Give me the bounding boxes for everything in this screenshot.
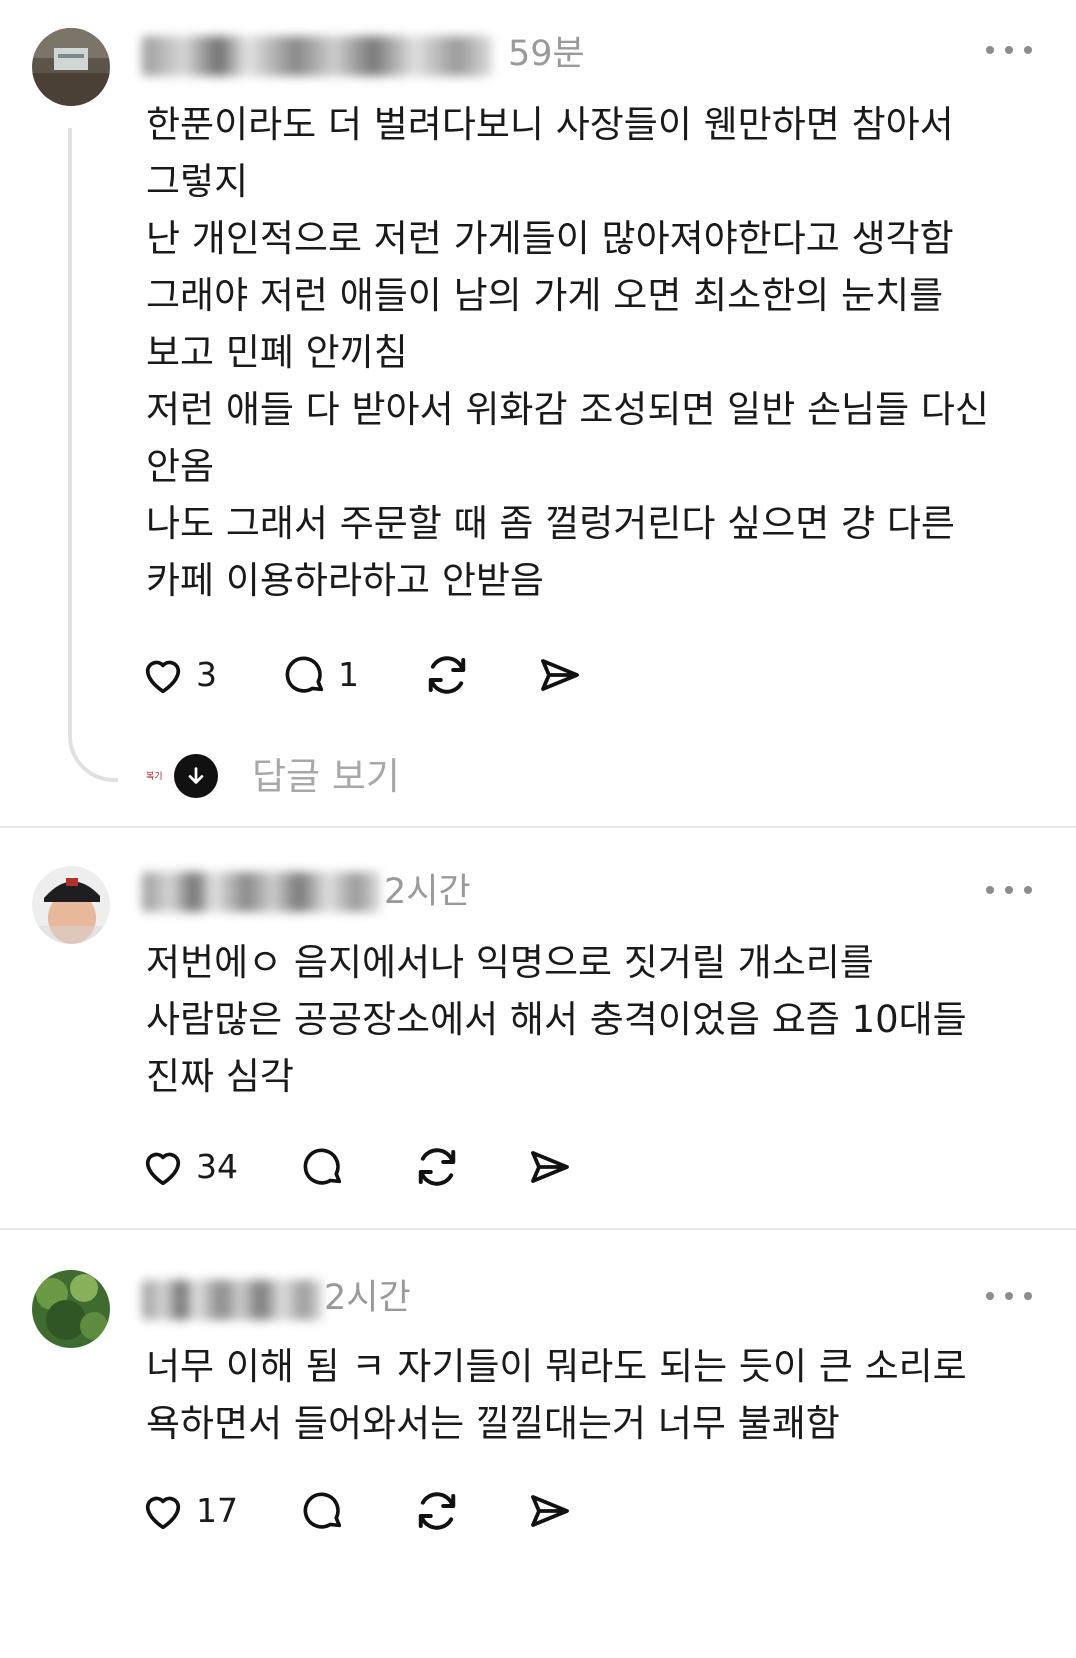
avatar[interactable] [32,866,110,944]
repost-icon [418,1148,456,1186]
share-button[interactable] [526,1140,574,1194]
heart-icon [145,1152,181,1186]
text-line: 저번에ㅇ 음지에서나 익명으로 짓거릴 개소리를 [146,941,874,984]
text-line: 그래야 저런 애들이 남의 가게 오면 최소한의 눈치를 [146,274,944,317]
like-count: 17 [196,1491,238,1530]
comment-button[interactable] [300,1484,356,1538]
post-2: 2시간 저번에ㅇ 음지에서나 익명으로 짓거릴 개소리를 사람많은 공공장소에서… [0,828,1076,1228]
text-line: 진짜 심각 [146,1055,294,1098]
comment-bubble-icon [285,656,324,693]
heart-icon [145,660,181,694]
like-count: 3 [196,655,217,694]
share-button[interactable] [526,1484,574,1538]
text-line: 사람많은 공공장소에서 해서 충격이었음 요즘 10대들 [146,998,967,1041]
post-3: 2시간 너무 이해 됨 ㅋ 자기들이 뭐라도 되는 듯이 큰 소리로 욕하면서 … [0,1230,1076,1658]
send-icon [531,1495,569,1527]
avatar[interactable] [32,1270,110,1348]
post-1: 59분 한푼이라도 더 벌려다보니 사장들이 웬만하면 참아서 그렇지 난 개인… [0,0,1076,826]
like-button[interactable]: 3 [140,648,217,702]
post-text: 저번에ㅇ 음지에서나 익명으로 짓거릴 개소리를 사람많은 공공장소에서 해서 … [146,934,1046,1105]
text-line: 저런 애들 다 받아서 위화감 조성되면 일반 손님들 다신 [146,388,989,431]
text-line: 난 개인적으로 저런 가게들이 많아져야한다고 생각함 [146,217,954,260]
username[interactable] [142,872,380,912]
comment-bubble-icon [303,1148,342,1185]
username[interactable] [142,1280,322,1320]
text-line: 보고 민폐 안끼침 [146,331,408,374]
like-button[interactable]: 34 [140,1140,238,1194]
heart-icon [145,1496,181,1530]
comment-bubble-icon [303,1492,342,1529]
send-icon [541,659,579,691]
more-options-icon[interactable] [986,44,1032,56]
text-line: 나도 그래서 주문할 때 좀 껄렁거린다 싶으면 걍 다른 [146,502,955,545]
comment-button[interactable]: 1 [282,648,359,702]
more-options-icon[interactable] [986,1290,1032,1302]
comment-count: 1 [338,655,359,694]
comment-button[interactable] [300,1140,356,1194]
more-options-icon[interactable] [986,884,1032,896]
username[interactable] [142,36,492,76]
repost-icon [418,1492,456,1530]
text-line: 너무 이해 됨 ㅋ 자기들이 뭐라도 되는 듯이 큰 소리로 [146,1345,967,1388]
view-replies-label: 답글 보기 [252,755,400,798]
post-text: 한푼이라도 더 벌려다보니 사장들이 웬만하면 참아서 그렇지 난 개인적으로 … [146,96,1046,609]
text-line: 안옴 [146,445,215,488]
thread-line [68,128,118,782]
share-button[interactable] [536,648,584,702]
repost-button[interactable] [412,1140,462,1194]
text-line: 카페 이용하라하고 안받음 [146,559,544,602]
repost-button[interactable] [412,1484,462,1538]
avatar[interactable] [32,28,110,106]
text-line: 그렇지 [146,160,249,203]
repost-icon [428,656,466,694]
like-count: 34 [196,1147,238,1186]
repost-button[interactable] [422,648,472,702]
send-icon [531,1151,569,1183]
arrow-down-icon [174,754,218,798]
text-line: 한푼이라도 더 벌려다보니 사장들이 웬만하면 참아서 [146,103,954,146]
text-line: 욕하면서 들어와서는 낄낄대는거 너무 불쾌함 [146,1402,840,1445]
post-time: 59분 [508,34,585,74]
post-time: 2시간 [324,1278,411,1318]
post-text: 너무 이해 됨 ㅋ 자기들이 뭐라도 되는 듯이 큰 소리로 욕하면서 들어와서… [146,1338,1046,1452]
post-time: 2시간 [384,872,471,912]
like-button[interactable]: 17 [140,1484,238,1538]
reply-avatar: 복기 [146,772,163,782]
